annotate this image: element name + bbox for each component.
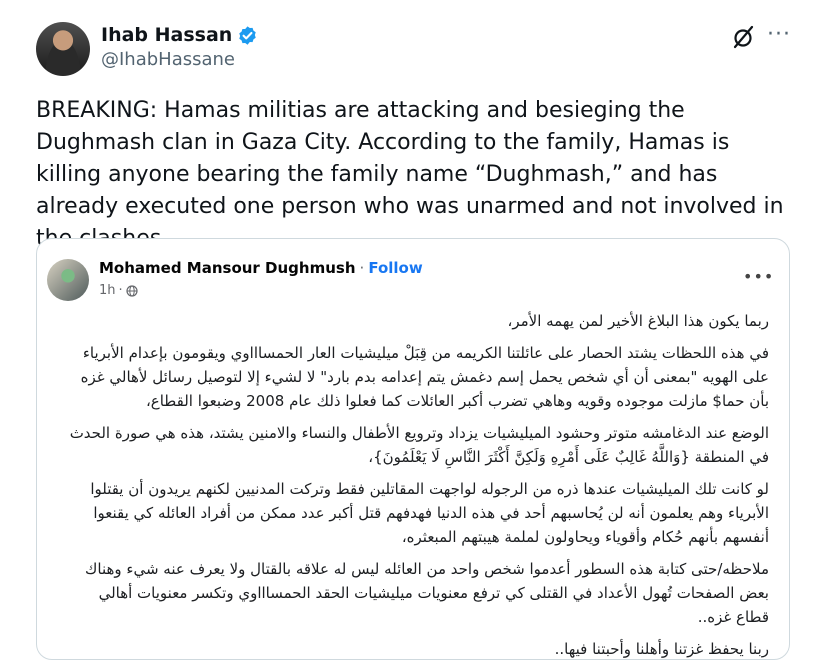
- tweet-text: BREAKING: Hamas militias are attacking a…: [36, 98, 784, 251]
- post-paragraph: لو كانت تلك الميليشيات عندها ذره من الرج…: [90, 480, 769, 546]
- author-block: Ihab Hassan @IhabHassane: [101, 24, 258, 70]
- embedded-post-more-icon[interactable]: •••: [743, 267, 774, 286]
- author-name[interactable]: Ihab Hassan: [101, 24, 232, 46]
- header-separator: ·: [359, 259, 365, 277]
- grok-icon[interactable]: [730, 24, 756, 50]
- follow-button[interactable]: Follow: [368, 259, 422, 277]
- globe-icon: [126, 284, 138, 297]
- author-handle[interactable]: @IhabHassane: [101, 49, 258, 70]
- meta-separator: ·: [118, 283, 123, 298]
- embedded-post-timestamp[interactable]: 1h: [99, 283, 116, 298]
- post-paragraph: ربنا يحفظ غزتنا وأهلنا وأحبتنا فيها..: [554, 640, 769, 658]
- embedded-post-author-name[interactable]: Mohamed Mansour Dughmush: [99, 259, 356, 277]
- post-paragraph: ربما يكون هذا البلاغ الأخير لمن يهمه الأ…: [507, 312, 769, 330]
- embedded-post-meta: 1h ·: [99, 283, 138, 298]
- embedded-post-text: ربما يكون هذا البلاغ الأخير لمن يهمه الأ…: [67, 309, 769, 659]
- embedded-post-avatar[interactable]: [47, 259, 89, 301]
- tweet: Ihab Hassan @IhabHassane ··· BREAKING: H…: [0, 0, 830, 670]
- author-avatar[interactable]: [36, 22, 90, 76]
- embedded-post-card[interactable]: Mohamed Mansour Dughmush · Follow 1h · •…: [36, 238, 790, 660]
- post-paragraph: في هذه اللحظات يشتد الحصار على عائلتنا ا…: [80, 344, 769, 410]
- author-name-row: Ihab Hassan: [101, 24, 258, 46]
- post-paragraph: الوضع عند الدغامشه متوتر وحشود الميليشيا…: [69, 424, 769, 466]
- verified-badge-icon: [239, 25, 257, 45]
- embedded-post-header: Mohamed Mansour Dughmush · Follow: [99, 259, 423, 277]
- more-icon[interactable]: ···: [767, 22, 791, 47]
- post-paragraph: ملاحظه/حتى كتابة هذه السطور أعدموا شخص و…: [85, 560, 769, 626]
